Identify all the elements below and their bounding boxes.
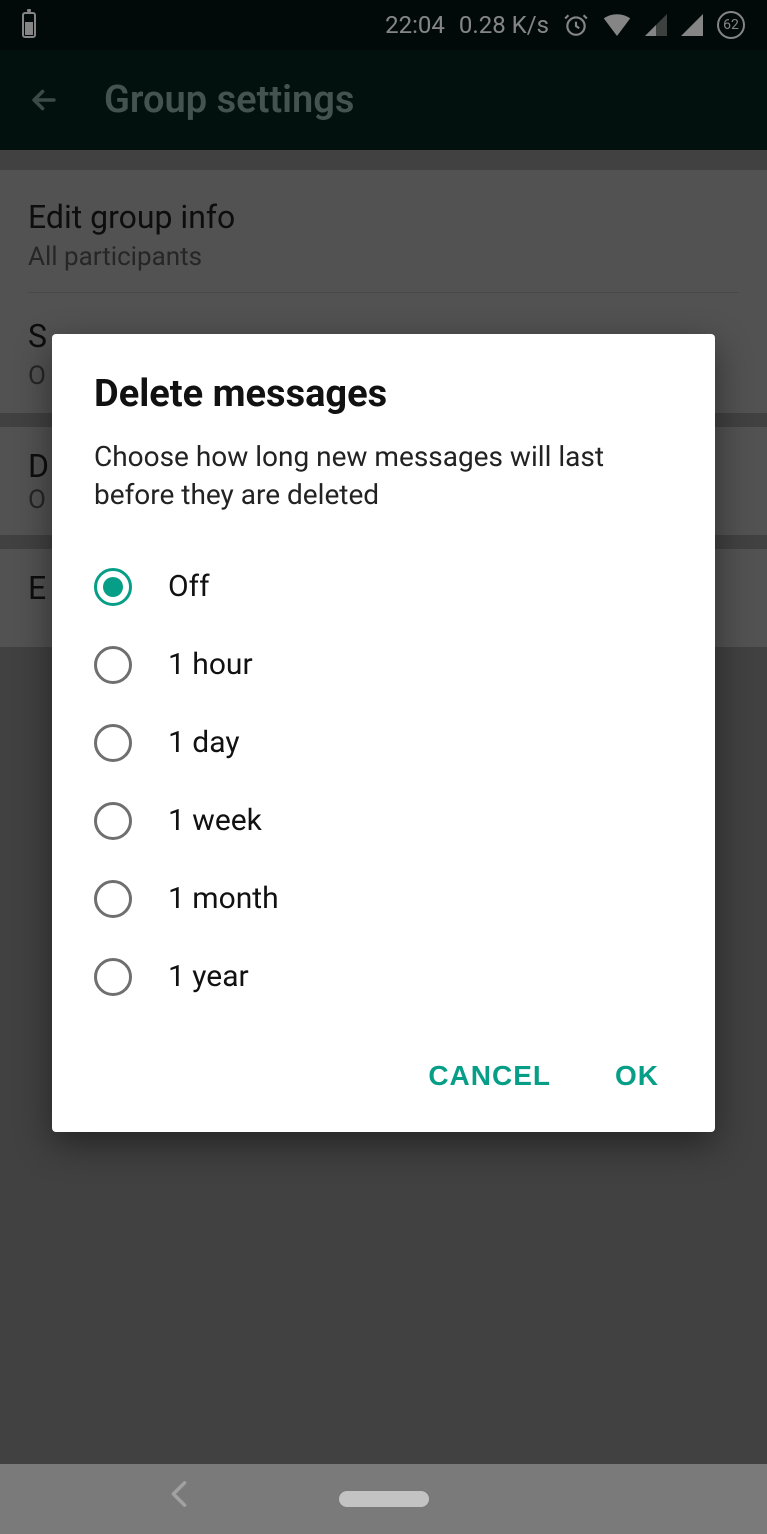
radio-option-1-day[interactable]: 1 day (94, 704, 673, 782)
system-nav-bar (0, 1464, 767, 1534)
radio-label: 1 week (168, 803, 262, 838)
gesture-pill[interactable] (339, 1491, 429, 1507)
radio-option-off[interactable]: Off (94, 548, 673, 626)
radio-label: 1 day (168, 725, 240, 760)
radio-icon (94, 568, 132, 606)
nav-back-icon[interactable] (170, 1480, 188, 1512)
cancel-button[interactable]: CANCEL (420, 1046, 559, 1106)
radio-icon (94, 724, 132, 762)
radio-option-1-month[interactable]: 1 month (94, 860, 673, 938)
radio-icon (94, 958, 132, 996)
radio-label: 1 hour (168, 647, 253, 682)
radio-option-1-year[interactable]: 1 year (94, 938, 673, 1016)
radio-group-duration: Off 1 hour 1 day 1 week 1 month 1 year (94, 548, 673, 1016)
ok-button[interactable]: OK (607, 1046, 667, 1106)
radio-icon (94, 802, 132, 840)
dialog-actions: CANCEL OK (94, 1046, 673, 1106)
radio-label: Off (168, 569, 210, 604)
radio-icon (94, 646, 132, 684)
radio-option-1-hour[interactable]: 1 hour (94, 626, 673, 704)
radio-option-1-week[interactable]: 1 week (94, 782, 673, 860)
radio-label: 1 year (168, 959, 249, 994)
dialog-description: Choose how long new messages will last b… (94, 438, 673, 514)
radio-label: 1 month (168, 881, 279, 916)
delete-messages-dialog: Delete messages Choose how long new mess… (52, 334, 715, 1132)
radio-icon (94, 880, 132, 918)
dialog-title: Delete messages (94, 372, 673, 416)
